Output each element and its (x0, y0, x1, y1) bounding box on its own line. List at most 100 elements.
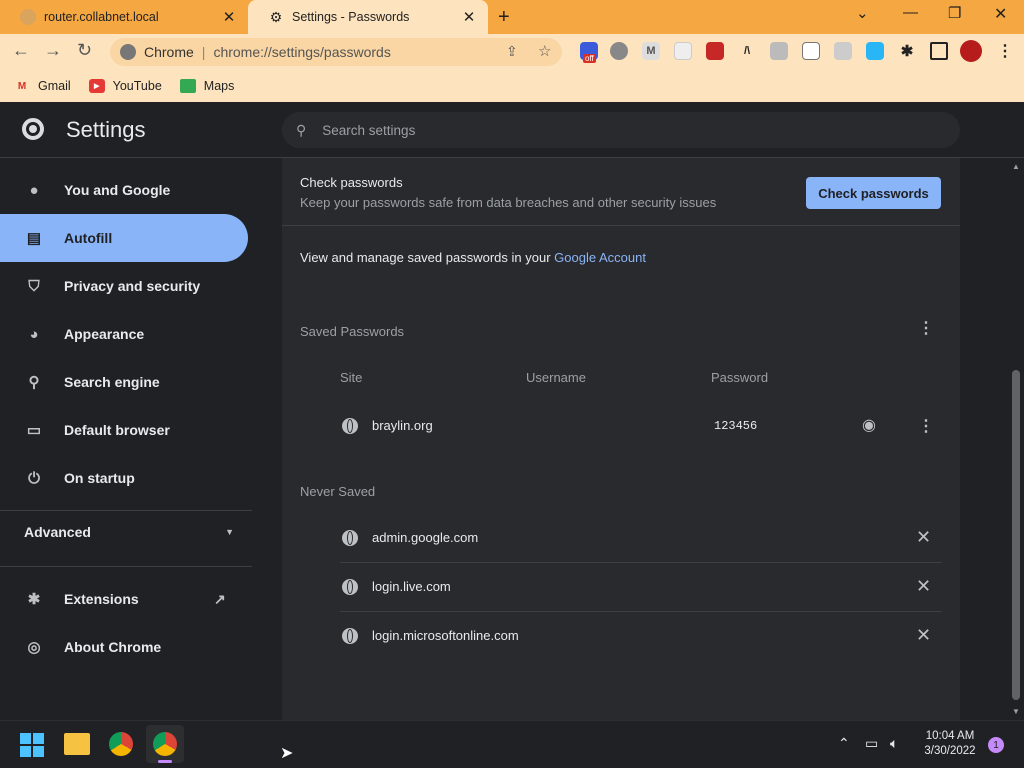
bookmark-maps[interactable]: Maps (179, 79, 235, 93)
globe-icon (342, 530, 358, 546)
extension-icon[interactable] (802, 42, 820, 60)
reload-button[interactable]: ↻ (77, 40, 92, 61)
scrollbar[interactable]: ▲ ▼ (1008, 158, 1024, 720)
check-passwords-description: Keep your passwords safe from data breac… (300, 195, 717, 210)
scroll-up-icon[interactable]: ▲ (1012, 162, 1020, 171)
sidebar-item-label: About Chrome (64, 639, 162, 655)
chevron-down-icon[interactable]: ⌄ (856, 4, 869, 22)
table-row[interactable]: braylin.org 123456 ◉ ⋮ (340, 408, 942, 444)
tab-strip: router.collabnet.local ✕ ⚙ Settings - Pa… (0, 0, 1024, 34)
bookmark-youtube[interactable]: ▶ YouTube (88, 79, 162, 93)
restore-button[interactable]: ❐ (948, 4, 961, 22)
globe-icon (342, 418, 358, 434)
active-indicator (158, 760, 172, 763)
bookmark-gmail[interactable]: M Gmail (14, 79, 71, 93)
notification-badge[interactable]: 1 (988, 737, 1004, 753)
close-icon[interactable]: ✕ (916, 576, 931, 597)
extension-icon[interactable] (770, 42, 788, 60)
globe-icon (342, 579, 358, 595)
extension-icon[interactable] (706, 42, 724, 60)
extension-icon[interactable] (834, 42, 852, 60)
close-icon[interactable]: ✕ (916, 527, 931, 548)
youtube-icon: ▶ (88, 79, 105, 93)
minimize-button[interactable]: — (903, 4, 918, 21)
puzzle-icon[interactable]: ✱ (898, 42, 916, 60)
scroll-thumb[interactable] (1012, 370, 1020, 700)
sidebar-item-about-chrome[interactable]: ◎ About Chrome (0, 623, 248, 671)
sidebar-item-label: Autofill (64, 230, 113, 246)
never-saved-site: admin.google.com (372, 530, 479, 545)
close-icon[interactable]: ✕ (916, 625, 931, 646)
chrome-icon[interactable] (109, 732, 133, 756)
scroll-down-icon[interactable]: ▼ (1012, 707, 1020, 716)
chrome-active-app[interactable] (146, 725, 184, 763)
shield-icon: ⛉ (28, 277, 40, 295)
extension-icon[interactable] (866, 42, 884, 60)
sidebar-item-appearance[interactable]: ◕ Appearance (0, 310, 248, 358)
back-button[interactable]: ← (12, 40, 30, 61)
clock[interactable]: 10:04 AM 3/30/2022 (918, 729, 982, 759)
bookmarks-bar: M Gmail ▶ YouTube Maps (0, 70, 1024, 102)
caret-down-icon: ▼ (225, 527, 234, 537)
more-actions-icon[interactable]: ⋮ (918, 416, 934, 436)
saved-site: braylin.org (372, 418, 433, 433)
google-account-link[interactable]: Google Account (554, 250, 646, 265)
share-icon[interactable]: ⇪ (506, 43, 518, 60)
more-actions-icon[interactable]: ⋮ (918, 318, 934, 338)
sidebar-item-on-startup[interactable]: ⏻ On startup (0, 454, 248, 502)
search-settings[interactable]: ⚲ (282, 112, 960, 148)
bookmark-label: Gmail (38, 79, 71, 93)
windows-start-icon[interactable] (20, 733, 44, 757)
sidebar-item-default-browser[interactable]: ▭ Default browser (0, 406, 248, 454)
sidebar-item-label: Privacy and security (64, 278, 201, 294)
column-header-username: Username (526, 370, 586, 385)
close-window-button[interactable]: ✕ (994, 4, 1007, 24)
chevron-up-icon[interactable]: ⌃ (838, 735, 850, 752)
eye-off-icon[interactable]: ◉ (862, 415, 876, 435)
column-header-password: Password (711, 370, 769, 385)
globe-icon (20, 9, 36, 25)
browser-icon: ▭ (26, 422, 42, 439)
bookmark-label: YouTube (112, 79, 162, 93)
tab-router[interactable]: router.collabnet.local ✕ (0, 0, 248, 34)
sidebar-item-you-and-google[interactable]: ● You and Google (0, 166, 248, 214)
search-input[interactable] (322, 122, 823, 138)
check-passwords-title: Check passwords (300, 175, 403, 190)
sidebar-item-search-engine[interactable]: ⚲ Search engine (0, 358, 248, 406)
extension-icon[interactable] (610, 42, 628, 60)
sidebar-advanced[interactable]: Advanced ▼ (24, 524, 234, 540)
menu-icon[interactable]: ⋮ (996, 42, 1014, 60)
browser-toolbar: ← → ↻ Chrome | chrome://settings/passwor… (0, 34, 1024, 70)
volume-icon[interactable]: 🔈︎ (890, 735, 898, 752)
avatar[interactable] (960, 40, 982, 62)
chrome-icon (153, 732, 177, 756)
sidebar-item-extensions[interactable]: ✱ Extensions ↗ (0, 575, 248, 623)
side-panel-icon[interactable] (930, 42, 948, 60)
address-bar[interactable]: Chrome | chrome://settings/passwords ⇪ ☆ (110, 38, 562, 66)
globe-icon (342, 628, 358, 644)
close-icon[interactable]: ✕ (220, 8, 238, 26)
sidebar-item-label: Default browser (64, 422, 170, 438)
sidebar-item-label: You and Google (64, 182, 171, 198)
column-header-site: Site (340, 370, 363, 385)
sidebar-item-autofill[interactable]: ▤ Autofill (0, 214, 248, 262)
close-icon[interactable]: ✕ (460, 8, 478, 26)
forward-button[interactable]: → (44, 40, 62, 61)
file-explorer-icon[interactable] (64, 733, 90, 755)
saved-password: 123456 (714, 419, 758, 433)
saved-passwords-heading: Saved Passwords (300, 324, 405, 339)
extension-icon[interactable]: M (642, 42, 660, 60)
check-passwords-button[interactable]: Check passwords (806, 177, 941, 209)
network-icon[interactable]: ▭ (865, 735, 878, 752)
extension-icon[interactable]: /\ (738, 42, 756, 60)
star-icon[interactable]: ☆ (538, 42, 551, 60)
bookmark-label: Maps (203, 79, 235, 93)
sidebar-item-label: Appearance (64, 326, 145, 342)
palette-icon: ◕ (29, 325, 39, 343)
extension-icon[interactable] (674, 42, 692, 60)
person-icon: ● (29, 181, 39, 199)
tab-settings-passwords[interactable]: ⚙ Settings - Passwords ✕ (248, 0, 488, 34)
manage-passwords-text: View and manage saved passwords in your … (300, 250, 646, 265)
sidebar-item-privacy[interactable]: ⛉ Privacy and security (0, 262, 248, 310)
new-tab-button[interactable]: + (498, 6, 510, 29)
